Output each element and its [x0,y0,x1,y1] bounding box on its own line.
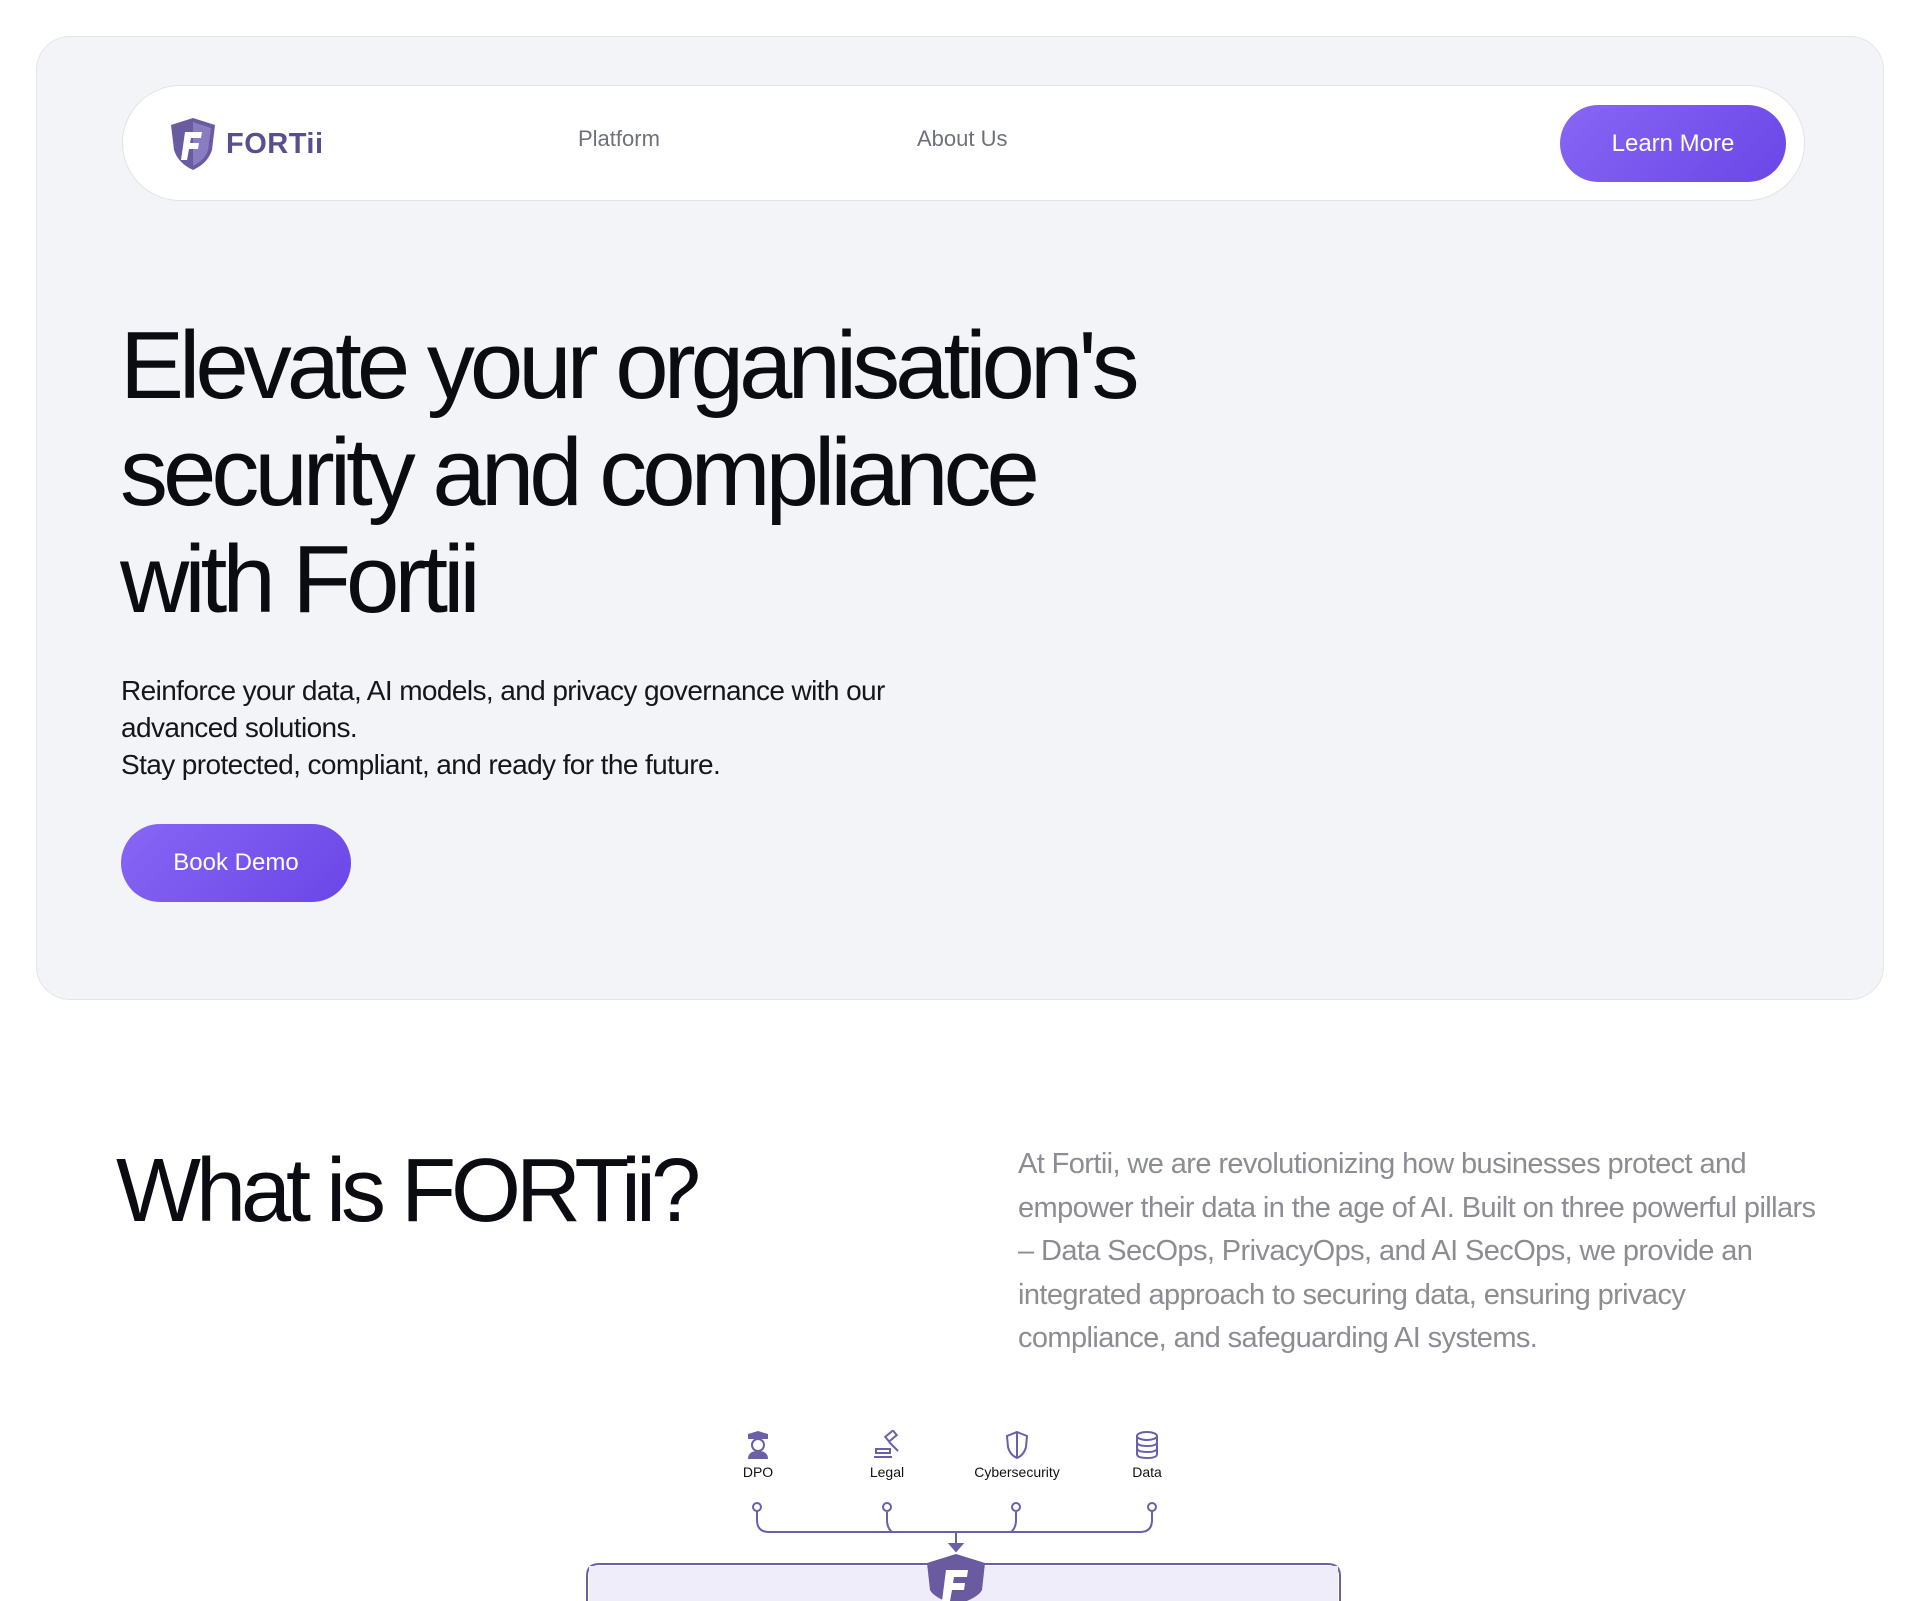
pillar-dpo: DPO [698,1430,818,1480]
gavel-icon [874,1430,899,1458]
pillar-label: Data [1132,1464,1162,1480]
hero-subtitle: Reinforce your data, AI models, and priv… [121,672,1021,783]
pillar-legal: Legal [827,1430,947,1480]
top-navbar: FORTii Platform About Us Learn More [122,85,1805,201]
pillar-label: DPO [742,1464,774,1480]
brand-logo[interactable]: FORTii [168,114,324,174]
pillar-data: Data [1087,1430,1207,1480]
database-icon [1136,1431,1158,1460]
hero-subtitle-line: Reinforce your data, AI models, and priv… [121,675,885,706]
shield-logo-icon [171,118,215,170]
pillar-cybersecurity: Cybersecurity [957,1430,1077,1480]
shield-icon [1005,1430,1029,1460]
nav-link-about-us[interactable]: About Us [917,126,1008,152]
logo-text: FORTii [226,127,324,160]
pillar-label: Cybersecurity [974,1464,1060,1480]
learn-more-button[interactable]: Learn More [1560,105,1786,182]
center-shield-icon [927,1554,985,1601]
officer-icon [748,1431,768,1459]
hero-title-line: security and compliance [120,419,1040,526]
hero-title-line: with Fortii [120,526,481,633]
book-demo-button[interactable]: Book Demo [121,824,351,902]
hero-title-line: Elevate your organisation's [120,312,1140,419]
hero-title: Elevate your organisation's security and… [120,312,1320,633]
pillars-diagram: DPO Legal Cybersecurity Data [0,1430,1920,1601]
hero-subtitle-line: advanced solutions. [121,712,358,743]
section-heading: What is FORTii? [116,1141,701,1241]
pillar-label: Legal [869,1464,905,1480]
section-description: At Fortii, we are revolutionizing how bu… [1018,1148,1816,1354]
nav-link-platform[interactable]: Platform [578,126,660,152]
hero-subtitle-line: Stay protected, compliant, and ready for… [121,749,721,780]
